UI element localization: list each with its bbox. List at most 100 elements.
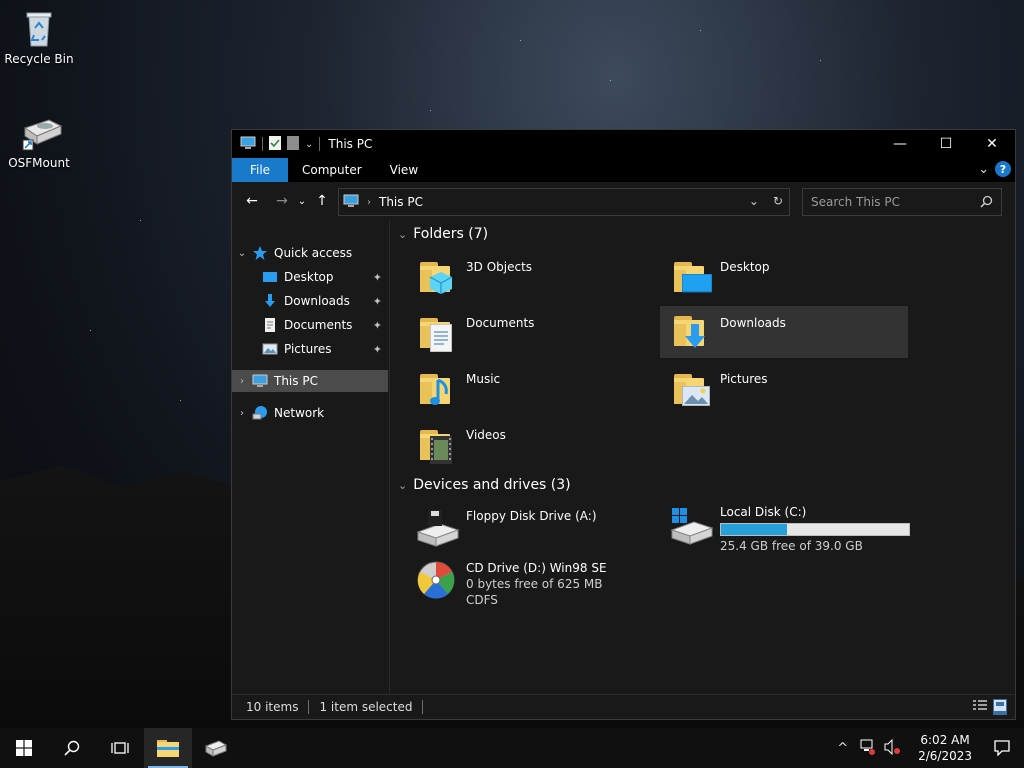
refresh-button[interactable]: ↻ xyxy=(773,194,783,208)
title-bar[interactable]: ⌄ This PC — ☐ ✕ xyxy=(232,130,1015,158)
sidebar-item-desktop[interactable]: Desktop ✦ xyxy=(232,266,388,288)
collapse-group-icon[interactable]: ⌄ xyxy=(398,479,407,492)
taskbar-file-explorer[interactable] xyxy=(144,728,192,768)
volume-muted-icon[interactable] xyxy=(884,738,902,758)
expand-icon[interactable]: › xyxy=(232,376,252,387)
drive-usage-fill xyxy=(721,524,787,535)
desktop-icon-recycle-bin[interactable]: Recycle Bin xyxy=(4,8,74,66)
breadcrumb-this-pc[interactable]: This PC xyxy=(379,195,423,209)
sidebar-item-this-pc[interactable]: › This PC xyxy=(232,370,388,392)
group-header-devices[interactable]: ⌄ Devices and drives (3) xyxy=(398,477,571,493)
new-folder-icon[interactable] xyxy=(287,135,299,153)
folder-label: Documents xyxy=(466,316,535,330)
drive-filesystem: CDFS xyxy=(466,593,498,607)
search-placeholder: Search This PC xyxy=(811,195,900,209)
clock[interactable]: 6:02 AM 2/6/2023 xyxy=(918,732,972,764)
task-view-button[interactable] xyxy=(96,728,144,768)
expand-ribbon-icon[interactable]: ⌄ xyxy=(978,162,989,177)
desktop-icon-osfmount[interactable]: OSFMount xyxy=(4,112,74,170)
drive-free-space: 25.4 GB free of 39.0 GB xyxy=(720,539,863,553)
drive-tile-cd[interactable]: CD Drive (D:) Win98 SE 0 bytes free of 6… xyxy=(410,556,658,612)
address-dropdown-button[interactable]: ⌄ xyxy=(749,194,759,208)
pin-icon[interactable]: ✦ xyxy=(373,271,382,284)
close-button[interactable]: ✕ xyxy=(969,130,1015,158)
show-hidden-icons-button[interactable]: ^ xyxy=(837,741,848,756)
task-view-icon xyxy=(111,742,129,754)
folder-tile-downloads[interactable]: Downloads xyxy=(660,306,908,358)
network-icon xyxy=(252,405,268,421)
sidebar-item-downloads[interactable]: Downloads ✦ xyxy=(232,290,388,312)
search-icon[interactable] xyxy=(980,195,993,211)
network-status-icon[interactable] xyxy=(858,739,876,758)
drive-usage-bar xyxy=(720,523,910,536)
local-disk-icon xyxy=(670,506,714,550)
clock-time: 6:02 AM xyxy=(920,733,970,747)
folder-label: Music xyxy=(466,372,501,386)
drive-info: Local Disk (C:) 25.4 GB free of 39.0 GB xyxy=(720,504,910,556)
clock-date: 2/6/2023 xyxy=(918,749,972,763)
recycle-bin-icon xyxy=(19,8,59,48)
address-bar[interactable]: › This PC ⌄ ↻ xyxy=(338,188,790,216)
content-pane: ⌄ Folders (7) 3D Objects Desktop Documen… xyxy=(390,220,1015,695)
pictures-folder-icon xyxy=(670,366,714,410)
drive-tile-local-disk[interactable]: Local Disk (C:) 25.4 GB free of 39.0 GB xyxy=(664,500,912,556)
sidebar-item-label: Pictures xyxy=(284,342,332,356)
search-button[interactable] xyxy=(48,728,96,768)
folder-tile-pictures[interactable]: Pictures xyxy=(664,364,912,414)
expand-icon[interactable]: › xyxy=(232,408,252,419)
folder-label: Desktop xyxy=(720,260,770,274)
sidebar-item-pictures[interactable]: Pictures ✦ xyxy=(232,338,388,360)
folder-tile-3d-objects[interactable]: 3D Objects xyxy=(410,252,658,302)
folder-tile-videos[interactable]: Videos xyxy=(410,420,658,470)
tab-view[interactable]: View xyxy=(376,158,432,182)
pin-icon[interactable]: ✦ xyxy=(373,295,382,308)
sidebar-item-quick-access[interactable]: ⌄ Quick access xyxy=(232,242,388,264)
up-button[interactable]: ↑ xyxy=(310,193,334,209)
group-title: Folders (7) xyxy=(413,226,489,242)
action-center-button[interactable] xyxy=(980,740,1024,756)
taskbar-osfmount[interactable] xyxy=(192,728,240,768)
explorer-window[interactable]: ⌄ This PC — ☐ ✕ File Computer View ⌄ ? ←… xyxy=(231,129,1016,720)
start-button[interactable] xyxy=(0,728,48,768)
sidebar-item-label: Network xyxy=(274,406,325,420)
sidebar-item-documents[interactable]: Documents ✦ xyxy=(232,314,388,336)
folder-tile-music[interactable]: Music xyxy=(410,364,658,414)
collapse-icon[interactable]: ⌄ xyxy=(232,248,252,259)
recent-locations-button[interactable]: ⌄ xyxy=(294,196,310,207)
drive-tile-floppy[interactable]: Floppy Disk Drive (A:) xyxy=(410,504,658,554)
floppy-drive-icon xyxy=(416,506,460,550)
search-input[interactable]: Search This PC xyxy=(802,188,1002,216)
customize-toolbar-icon[interactable]: ⌄ xyxy=(305,139,313,150)
details-view-icon[interactable] xyxy=(973,700,987,715)
osfmount-icon xyxy=(19,112,63,152)
computer-icon xyxy=(240,136,256,153)
folder-tile-documents[interactable]: Documents xyxy=(410,308,658,358)
collapse-group-icon[interactable]: ⌄ xyxy=(398,228,407,241)
search-icon xyxy=(64,740,80,756)
help-icon[interactable]: ? xyxy=(995,161,1011,177)
group-header-folders[interactable]: ⌄ Folders (7) xyxy=(398,226,488,242)
properties-icon[interactable] xyxy=(269,135,281,153)
back-button[interactable]: ← xyxy=(240,193,264,209)
3d-objects-folder-icon xyxy=(416,254,460,298)
taskbar: ^ 6:02 AM 2/6/2023 xyxy=(0,728,1024,768)
sidebar-item-label: Downloads xyxy=(284,294,350,308)
selection-count: 1 item selected xyxy=(319,700,413,714)
computer-icon xyxy=(343,194,359,211)
minimize-button[interactable]: — xyxy=(877,130,923,158)
documents-folder-icon xyxy=(416,310,460,354)
maximize-button[interactable]: ☐ xyxy=(923,130,969,158)
cd-drive-icon xyxy=(416,558,460,602)
drive-label: Floppy Disk Drive (A:) xyxy=(466,509,597,523)
forward-button[interactable]: → xyxy=(270,193,294,209)
notifications-icon xyxy=(994,740,1010,756)
large-icons-view-icon[interactable] xyxy=(993,699,1007,715)
window-title: This PC xyxy=(328,137,373,151)
pin-icon[interactable]: ✦ xyxy=(373,343,382,356)
tab-computer[interactable]: Computer xyxy=(288,158,376,182)
folder-tile-desktop[interactable]: Desktop xyxy=(664,252,912,302)
pin-icon[interactable]: ✦ xyxy=(373,319,382,332)
sidebar-item-label: This PC xyxy=(274,374,318,388)
tab-file[interactable]: File xyxy=(232,158,288,182)
sidebar-item-network[interactable]: › Network xyxy=(232,402,388,424)
